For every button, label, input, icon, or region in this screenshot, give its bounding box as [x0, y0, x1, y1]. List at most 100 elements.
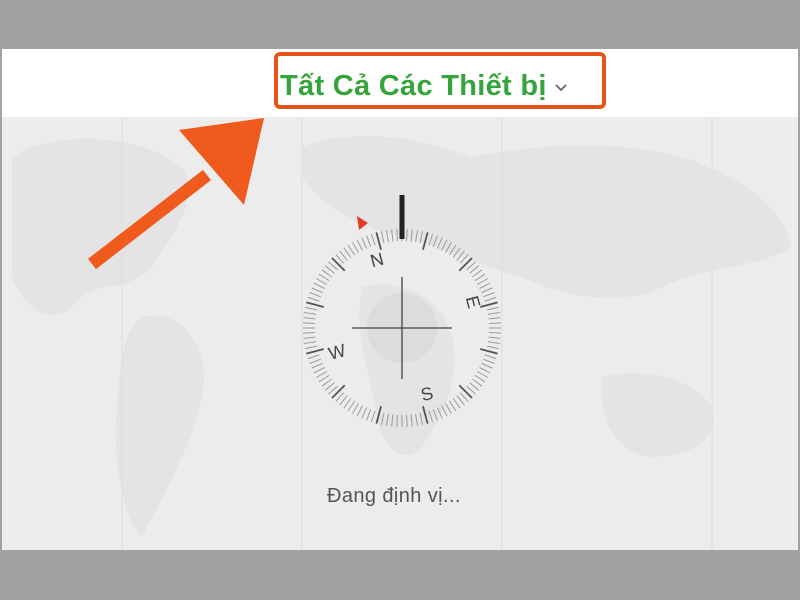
compass-tick	[448, 400, 457, 412]
compass-tick	[487, 341, 500, 344]
compass-tick	[488, 336, 501, 339]
compass-tick	[474, 273, 486, 282]
compass-tick	[436, 237, 443, 249]
compass-west-label: W	[326, 340, 348, 364]
compass-tick	[313, 282, 325, 289]
compass-tick	[479, 282, 491, 289]
compass-tick	[386, 230, 389, 243]
compass-tick	[375, 406, 382, 424]
compass-tick	[391, 414, 394, 427]
compass-tick	[428, 410, 434, 423]
compass-tick	[458, 257, 473, 272]
compass-tick	[303, 322, 316, 324]
compass-tick	[415, 230, 418, 243]
compass-tick	[331, 257, 346, 272]
map-area[interactable]: N E S W Đang định vị...	[2, 117, 798, 550]
compass-tick	[347, 244, 356, 256]
compass-tick	[452, 247, 461, 258]
compass-tick	[375, 232, 382, 250]
compass-tick	[321, 269, 332, 278]
compass-tick	[483, 292, 495, 298]
compass-tick	[477, 278, 488, 285]
compass-tick	[343, 247, 352, 258]
compass-tick	[316, 278, 327, 285]
compass-tick	[406, 229, 408, 242]
compass-tick	[391, 229, 394, 242]
compass-tick	[441, 405, 448, 417]
compass-tick	[488, 317, 501, 320]
compass-tick	[306, 348, 324, 355]
compass-tick	[370, 410, 376, 423]
compass-tick	[484, 296, 497, 302]
compass-tick	[318, 273, 330, 282]
compass-tick	[469, 265, 480, 274]
compass-tick	[380, 412, 385, 425]
compass-tick	[366, 235, 372, 247]
compass-tick	[441, 239, 448, 251]
compass-tick	[477, 371, 488, 378]
compass-tick	[484, 354, 497, 360]
compass-tick	[339, 395, 348, 406]
chevron-down-icon	[555, 84, 567, 92]
compass-tick	[419, 231, 424, 244]
compass-tick	[309, 292, 321, 298]
all-devices-dropdown[interactable]: Tất Cả Các Thiết bị	[280, 64, 568, 108]
compass-tick	[370, 233, 376, 246]
compass-tick	[422, 232, 429, 250]
all-devices-label: Tất Cả Các Thiết bị	[280, 69, 547, 102]
compass-tick	[486, 345, 499, 350]
app-window: Tất Cả Các Thiết bị N E S W Đang định vị…	[2, 49, 798, 550]
compass-tick	[305, 345, 318, 350]
compass-tick	[481, 362, 493, 369]
compass-tick	[415, 413, 418, 426]
compass-tick	[456, 250, 465, 261]
locating-status-text: Đang định vị...	[327, 485, 461, 507]
compass-tick	[486, 306, 499, 311]
compass-north-label: N	[368, 249, 386, 272]
compass-tick	[445, 403, 452, 414]
compass-tick	[410, 414, 413, 427]
compass-tick	[432, 235, 438, 247]
compass-tick	[366, 409, 372, 421]
compass-tick	[445, 242, 452, 253]
compass-tick	[356, 239, 363, 251]
compass-tick	[472, 378, 483, 387]
compass-tick	[307, 354, 320, 360]
compass-tick	[343, 398, 352, 409]
compass-tick	[456, 395, 465, 406]
compass-tick	[472, 269, 483, 278]
compass-tick	[303, 317, 316, 320]
compass-tick	[469, 382, 480, 391]
compass-tick	[487, 312, 500, 315]
compass-tick	[488, 332, 501, 334]
compass-tick	[324, 265, 335, 274]
compass-tick	[305, 306, 318, 311]
compass-tick	[396, 229, 398, 242]
compass-tick	[406, 414, 408, 427]
compass-tick	[380, 231, 385, 244]
compass-tick	[311, 362, 323, 369]
compass-tick	[306, 301, 324, 308]
compass-tick	[307, 296, 320, 302]
compass-tick	[339, 250, 348, 261]
compass-tick	[479, 367, 491, 374]
compass-east-label: E	[462, 294, 484, 311]
compass-tick	[304, 312, 317, 315]
heading-marker	[357, 216, 368, 230]
compass-tick	[309, 358, 321, 364]
compass-tick	[396, 414, 398, 427]
compass-tick	[313, 367, 325, 374]
compass-tick	[410, 229, 413, 242]
compass-tick	[432, 409, 438, 421]
compass-tick	[303, 332, 316, 334]
compass-tick	[386, 413, 389, 426]
compass-tick	[474, 374, 486, 383]
compass-tick	[428, 233, 434, 246]
compass-tick	[422, 406, 429, 424]
top-bar: Tất Cả Các Thiết bị	[2, 49, 798, 117]
compass-tick	[324, 382, 335, 391]
compass-tick	[318, 374, 330, 383]
compass-tick	[304, 341, 317, 344]
compass-tick	[311, 287, 323, 294]
compass-tick	[448, 244, 457, 256]
